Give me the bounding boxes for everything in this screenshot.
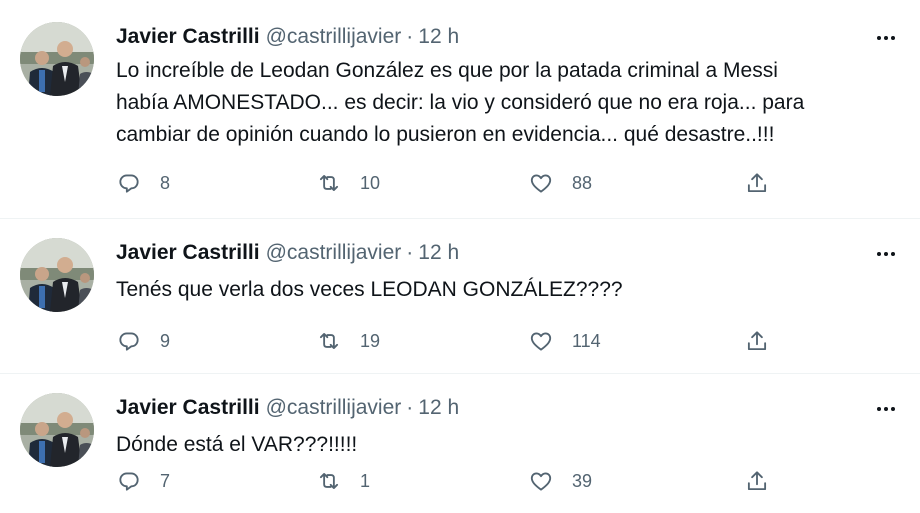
author-handle[interactable]: @castrillijavier [266, 241, 402, 264]
heart-icon [530, 472, 552, 491]
tweet-timestamp[interactable]: 12 h [418, 241, 459, 264]
more-horizontal-icon [877, 407, 895, 411]
retweet-button[interactable]: 19 [316, 326, 380, 356]
like-button[interactable]: 88 [528, 168, 592, 198]
tweet-header: Javier Castrilli @castrillijavier · 12 h [116, 393, 459, 423]
reply-icon [119, 472, 139, 491]
more-horizontal-icon [877, 36, 895, 40]
retweet-button[interactable]: 1 [316, 466, 370, 496]
tweet[interactable]: Javier Castrilli @castrillijavier · 12 h Lo… [0, 0, 920, 219]
avatar-photo [20, 238, 94, 312]
share-button[interactable] [744, 466, 770, 496]
like-count: 39 [572, 470, 593, 491]
like-count: 114 [572, 330, 601, 351]
retweet-count: 1 [360, 470, 371, 491]
retweet-icon [319, 175, 339, 191]
avatar[interactable] [20, 393, 94, 467]
avatar-photo [20, 22, 94, 96]
tweet[interactable]: Javier Castrilli @castrillijavier · 12 h Dó… [0, 374, 920, 513]
tweet-actions: 8 10 88 [116, 168, 796, 198]
separator-dot: · [406, 396, 414, 419]
share-button[interactable] [744, 326, 770, 356]
like-count: 88 [572, 172, 593, 193]
author-name[interactable]: Javier Castrilli [116, 25, 260, 48]
tweet-actions: 9 19 114 [116, 326, 796, 356]
retweet-icon [319, 473, 339, 489]
tweet-text: Lo increíble de Leodan González es que p… [116, 59, 805, 146]
retweet-count: 10 [360, 172, 381, 193]
share-icon [747, 173, 767, 193]
tweet-header: Javier Castrilli @castrillijavier · 12 h [116, 22, 459, 52]
share-icon [747, 331, 767, 351]
reply-count: 9 [160, 330, 171, 351]
reply-button[interactable]: 9 [116, 326, 170, 356]
avatar[interactable] [20, 238, 94, 312]
author-handle[interactable]: @castrillijavier [266, 25, 402, 48]
like-button[interactable]: 39 [528, 466, 592, 496]
reply-icon [119, 174, 139, 193]
reply-count: 8 [160, 172, 171, 193]
tweet-actions: 7 1 39 [116, 466, 796, 496]
author-name[interactable]: Javier Castrilli [116, 396, 260, 419]
author-handle[interactable]: @castrillijavier [266, 396, 402, 419]
reply-button[interactable]: 7 [116, 466, 170, 496]
retweet-icon [319, 333, 339, 349]
more-options-button[interactable] [872, 240, 900, 268]
separator-dot: · [406, 241, 414, 264]
share-icon [747, 471, 767, 491]
avatar[interactable] [20, 22, 94, 96]
tweet-header: Javier Castrilli @castrillijavier · 12 h [116, 238, 459, 268]
heart-icon [530, 174, 552, 193]
reply-count: 7 [160, 470, 171, 491]
avatar-photo [20, 393, 94, 467]
tweet-text: Tenés que verla dos veces LEODAN GONZÁLE… [116, 278, 623, 301]
more-options-button[interactable] [872, 24, 900, 52]
tweet-timestamp[interactable]: 12 h [418, 396, 459, 419]
share-button[interactable] [744, 168, 770, 198]
reply-button[interactable]: 8 [116, 168, 170, 198]
tweet-feed: Javier Castrilli @castrillijavier · 12 h Lo… [0, 0, 920, 513]
more-horizontal-icon [877, 252, 895, 256]
reply-icon [119, 332, 139, 351]
tweet-timestamp[interactable]: 12 h [418, 25, 459, 48]
tweet-text: Dónde está el VAR???!!!!! [116, 433, 358, 456]
more-options-button[interactable] [872, 395, 900, 423]
author-name[interactable]: Javier Castrilli [116, 241, 260, 264]
like-button[interactable]: 114 [528, 326, 601, 356]
tweet[interactable]: Javier Castrilli @castrillijavier · 12 h Te… [0, 219, 920, 374]
retweet-count: 19 [360, 330, 381, 351]
separator-dot: · [406, 25, 414, 48]
retweet-button[interactable]: 10 [316, 168, 380, 198]
heart-icon [530, 332, 552, 351]
